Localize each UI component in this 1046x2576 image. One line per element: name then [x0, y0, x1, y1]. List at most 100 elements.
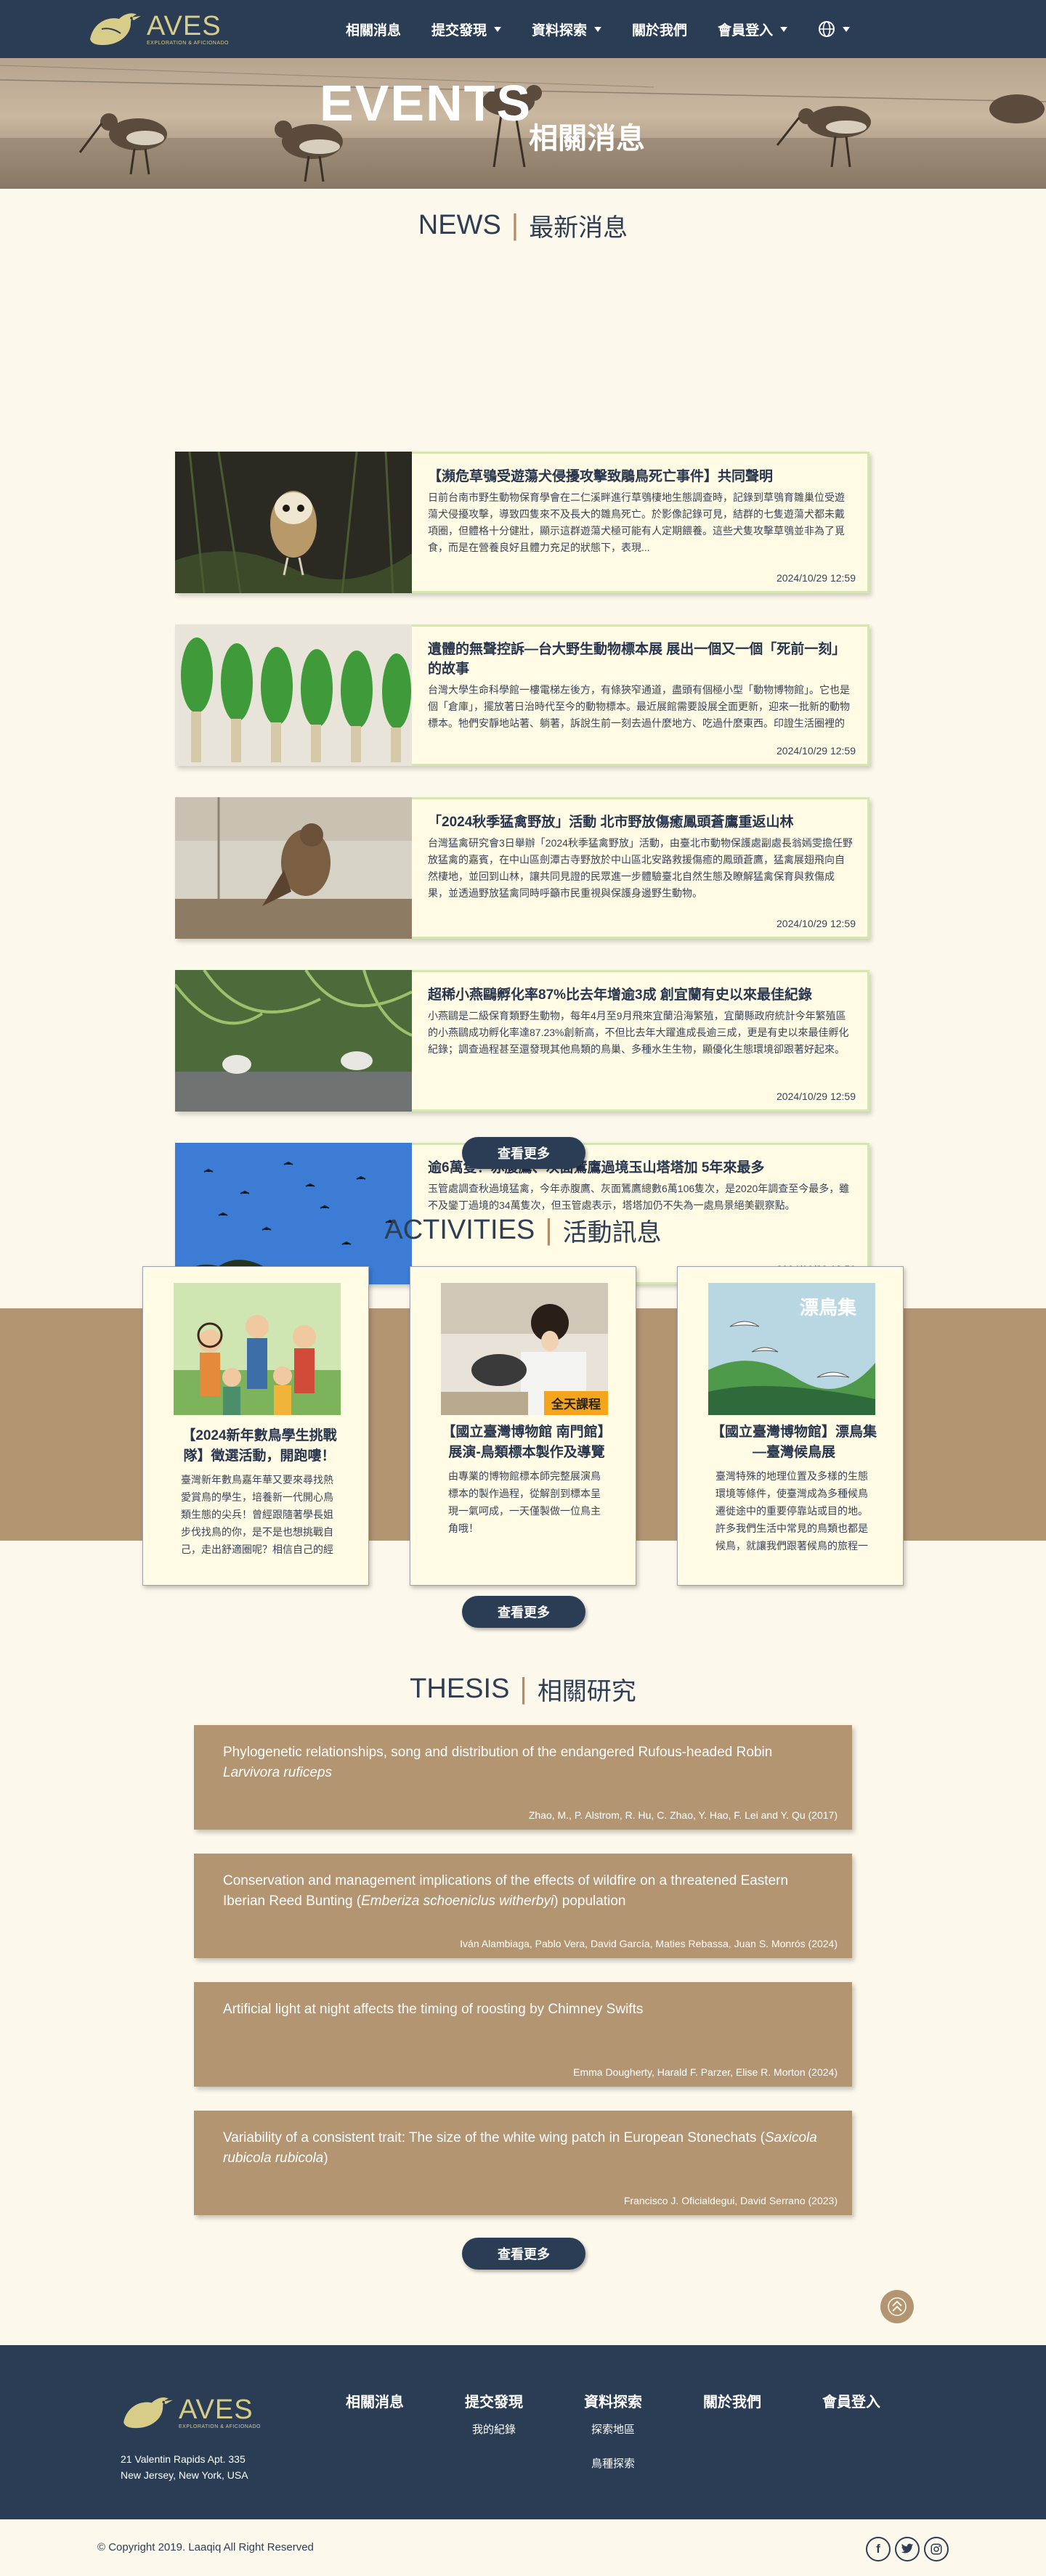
facebook-icon[interactable]: f: [866, 2537, 891, 2561]
twitter-bird-glyph: [901, 2543, 914, 2553]
thesis-authors: Iván Alambiaga, Pablo Vera, David García…: [460, 1938, 838, 1949]
exhibition-poster-frame: 漂鳥集: [708, 1283, 875, 1415]
thesis-title-text: Artificial light at night affects the ti…: [223, 2002, 644, 2017]
activities-heading-zh: 活動訊息: [562, 1218, 662, 1247]
activity-excerpt: 臺灣新年數鳥嘉年華又要來尋找熱愛賞鳥的學生，培養新一代開心鳥類生態的尖兵！曾經跟…: [181, 1474, 333, 1555]
brand-logo[interactable]: AVES EXPLORATION & AFICIONADO: [86, 7, 229, 49]
thesis-title-text: Variability of a consistent trait: The s…: [223, 2130, 765, 2145]
thesis-card[interactable]: Conservation and management implications…: [194, 1854, 852, 1958]
news-card[interactable]: 超稀小燕鷗孵化率87%比去年增逾3成 創宜蘭有史以來最佳紀錄 小燕鷗是二級保育類…: [175, 970, 869, 1112]
nav-item-label: 會員登入: [718, 23, 774, 38]
activity-card[interactable]: 全天課程 【國立臺灣博物館 南門館】展演-鳥類標本製作及導覽 由專業的博物館標本…: [410, 1266, 636, 1586]
news-excerpt: 日前台南市野生動物保育學會在二仁溪畔進行草鴞棲地生態調查時，記錄到草鴞育雛巢位受…: [428, 492, 845, 553]
thesis-card[interactable]: Artificial light at night affects the ti…: [194, 1982, 852, 2087]
thesis-authors: Francisco J. Oficialdegui, David Serrano…: [623, 2195, 838, 2206]
footer-link-news[interactable]: 相關消息: [346, 2390, 404, 2411]
copyright-bar: © Copyright 2019. Laaqiq All Right Reser…: [0, 2519, 1046, 2576]
hawk-photo: [175, 797, 412, 939]
footer-column-explore: 資料探索 探索地區 鳥種探索: [584, 2390, 642, 2471]
caret-down-icon: [780, 26, 788, 32]
poster-title: 漂鳥集: [800, 1297, 857, 1318]
nav-item-submit[interactable]: 提交發現: [431, 20, 502, 39]
brand-tagline: EXPLORATION & AFICIONADO: [147, 40, 230, 46]
activity-card[interactable]: 【2024新年數鳥學生挑戰隊】徵選活動，開跑嘍！ 臺灣新年數鳥嘉年華又要來尋找熱…: [142, 1266, 369, 1586]
footer-link-explore[interactable]: 資料探索: [584, 2390, 642, 2411]
brand-name: AVES: [147, 10, 222, 41]
footer-column-about: 關於我們: [703, 2390, 761, 2411]
footer-link-explore-region[interactable]: 探索地區: [591, 2421, 642, 2437]
caret-down-icon: [494, 26, 502, 32]
footer-logo[interactable]: AVES EXPLORATION & AFICIONADO: [119, 2392, 261, 2432]
hero-title: EVENTS: [320, 75, 532, 131]
news-more-button[interactable]: 查看更多: [462, 1137, 585, 1169]
thesis-title: Conservation and management implications…: [223, 1871, 826, 1912]
footer-link-submit[interactable]: 提交發現: [465, 2390, 523, 2411]
news-date: 2024/10/29 12:59: [777, 572, 856, 584]
news-heading-zh: 最新消息: [529, 213, 628, 242]
thesis-species-name: Larvivora ruficeps: [223, 1765, 332, 1780]
back-to-top-button[interactable]: [880, 2290, 914, 2323]
activity-card[interactable]: 漂鳥集 【國立臺灣博物館】漂鳥集—臺灣候鳥展 臺灣特殊的地理位置及多樣的生態環境…: [677, 1266, 904, 1586]
caret-down-icon: [594, 26, 602, 32]
bird-logo-icon: [123, 2397, 173, 2429]
nav-item-news[interactable]: 相關消息: [346, 20, 401, 39]
thesis-heading: THESIS | 相關研究: [0, 1667, 1046, 1711]
thesis-card[interactable]: Variability of a consistent trait: The s…: [194, 2111, 852, 2215]
nav-item-label: 關於我們: [632, 23, 688, 38]
news-card[interactable]: 遺體的無聲控訴—台大野生動物標本展 展出一個又一個「死前一刻」的故事 台灣大學生…: [175, 624, 869, 766]
news-card[interactable]: 【瀕危草鴞受遊蕩犬侵擾攻擊致鵰鳥死亡事件】共同聲明 日前台南市野生動物保育學會在…: [175, 452, 869, 593]
thesis-title: Phylogenetic relationships, song and dis…: [223, 1743, 826, 1783]
thesis-title-text: Phylogenetic relationships, song and dis…: [223, 1745, 773, 1760]
heading-divider: |: [519, 1672, 527, 1705]
students-illustration: [174, 1283, 341, 1415]
nav-item-label: 提交發現: [431, 23, 487, 38]
course-badge: 全天課程: [544, 1391, 608, 1415]
footer-link-species[interactable]: 鳥種探索: [591, 2455, 642, 2471]
activities-heading-en: ACTIVITIES: [384, 1214, 535, 1245]
thesis-authors: Emma Dougherty, Harald F. Parzer, Elise …: [573, 2066, 838, 2078]
address-line: New Jersey, New York, USA: [121, 2469, 248, 2481]
hero-banner: EVENTS 相關消息: [0, 58, 1046, 189]
activity-title: 【國立臺灣博物館】漂鳥集—臺灣候鳥展: [710, 1424, 877, 1460]
nav-item-about[interactable]: 關於我們: [632, 20, 687, 39]
specimens-photo: [175, 624, 412, 766]
taxidermy-photo-frame: 全天課程: [441, 1283, 608, 1415]
news-body: 【瀕危草鴞受遊蕩犬侵擾攻擊致鵰鳥死亡事件】共同聲明 日前台南市野生動物保育學會在…: [412, 454, 867, 591]
thesis-species-name: Emberiza schoeniclus witherbyi: [361, 1894, 554, 1909]
activity-title: 【國立臺灣博物館 南門館】展演-鳥類標本製作及導覽: [442, 1424, 612, 1460]
site-footer: AVES EXPLORATION & AFICIONADO 21 Valenti…: [0, 2345, 1046, 2519]
language-selector[interactable]: [818, 20, 851, 38]
thesis-title-text: ) population: [554, 1894, 626, 1909]
double-chevron-up-icon: [888, 2297, 907, 2316]
thesis-title: Artificial light at night affects the ti…: [223, 2000, 826, 2020]
nav-item-label: 資料探索: [532, 23, 588, 38]
nav-item-login[interactable]: 會員登入: [718, 20, 788, 39]
globe-icon: [819, 21, 835, 37]
activities-more-button[interactable]: 查看更多: [462, 1596, 585, 1628]
twitter-icon[interactable]: [895, 2537, 920, 2561]
thesis-more-button[interactable]: 查看更多: [462, 2238, 585, 2270]
activity-excerpt: 臺灣特殊的地理位置及多樣的生態環境等條件，使臺灣成為多種候鳥遷徙途中的重要停靠站…: [715, 1470, 868, 1552]
activity-title: 【2024新年數鳥學生挑戰隊】徵選活動，開跑嘍！: [182, 1428, 337, 1464]
footer-link-my-records[interactable]: 我的紀錄: [472, 2421, 523, 2437]
footer-column-news: 相關消息: [346, 2390, 404, 2411]
instagram-icon[interactable]: [924, 2537, 949, 2561]
news-title: 超稀小燕鷗孵化率87%比去年增逾3成 創宜蘭有史以來最佳紀錄: [428, 987, 812, 1003]
news-excerpt: 台灣猛禽研究會3日舉辦「2024秋季猛禽野放」活動，由臺北市動物保護處副處長翁嫣…: [428, 837, 853, 899]
top-navbar: AVES EXPLORATION & AFICIONADO 相關消息 提交發現 …: [0, 0, 1046, 58]
instagram-glyph: [931, 2543, 942, 2555]
footer-link-about[interactable]: 關於我們: [703, 2390, 761, 2411]
nav-item-explore[interactable]: 資料探索: [532, 20, 602, 39]
news-excerpt: 台灣大學生命科學館一樓電梯左後方，有條狹窄通道，盡頭有個極小型「動物博物館」。它…: [428, 684, 850, 729]
news-title: 【瀕危草鴞受遊蕩犬侵擾攻擊致鵰鳥死亡事件】共同聲明: [428, 469, 774, 484]
activity-excerpt: 由專業的博物館標本師完整展演鳥標本的製作過程，從解剖到標本呈現一氣呵成，一天僅製…: [448, 1470, 601, 1534]
news-heading: NEWS | 最新消息: [0, 203, 1046, 247]
footer-column-submit: 提交發現 我的紀錄: [465, 2390, 523, 2437]
footer-link-login[interactable]: 會員登入: [822, 2390, 880, 2411]
thesis-title: Variability of a consistent trait: The s…: [223, 2128, 826, 2169]
news-card[interactable]: 「2024秋季猛禽野放」活動 北市野放傷癒鳳頭蒼鷹重返山林 台灣猛禽研究會3日舉…: [175, 797, 869, 939]
thesis-card[interactable]: Phylogenetic relationships, song and dis…: [194, 1725, 852, 1830]
address-line: 21 Valentin Rapids Apt. 335: [121, 2453, 246, 2465]
heading-divider: |: [511, 208, 519, 241]
footer-column-login: 會員登入: [822, 2390, 880, 2411]
